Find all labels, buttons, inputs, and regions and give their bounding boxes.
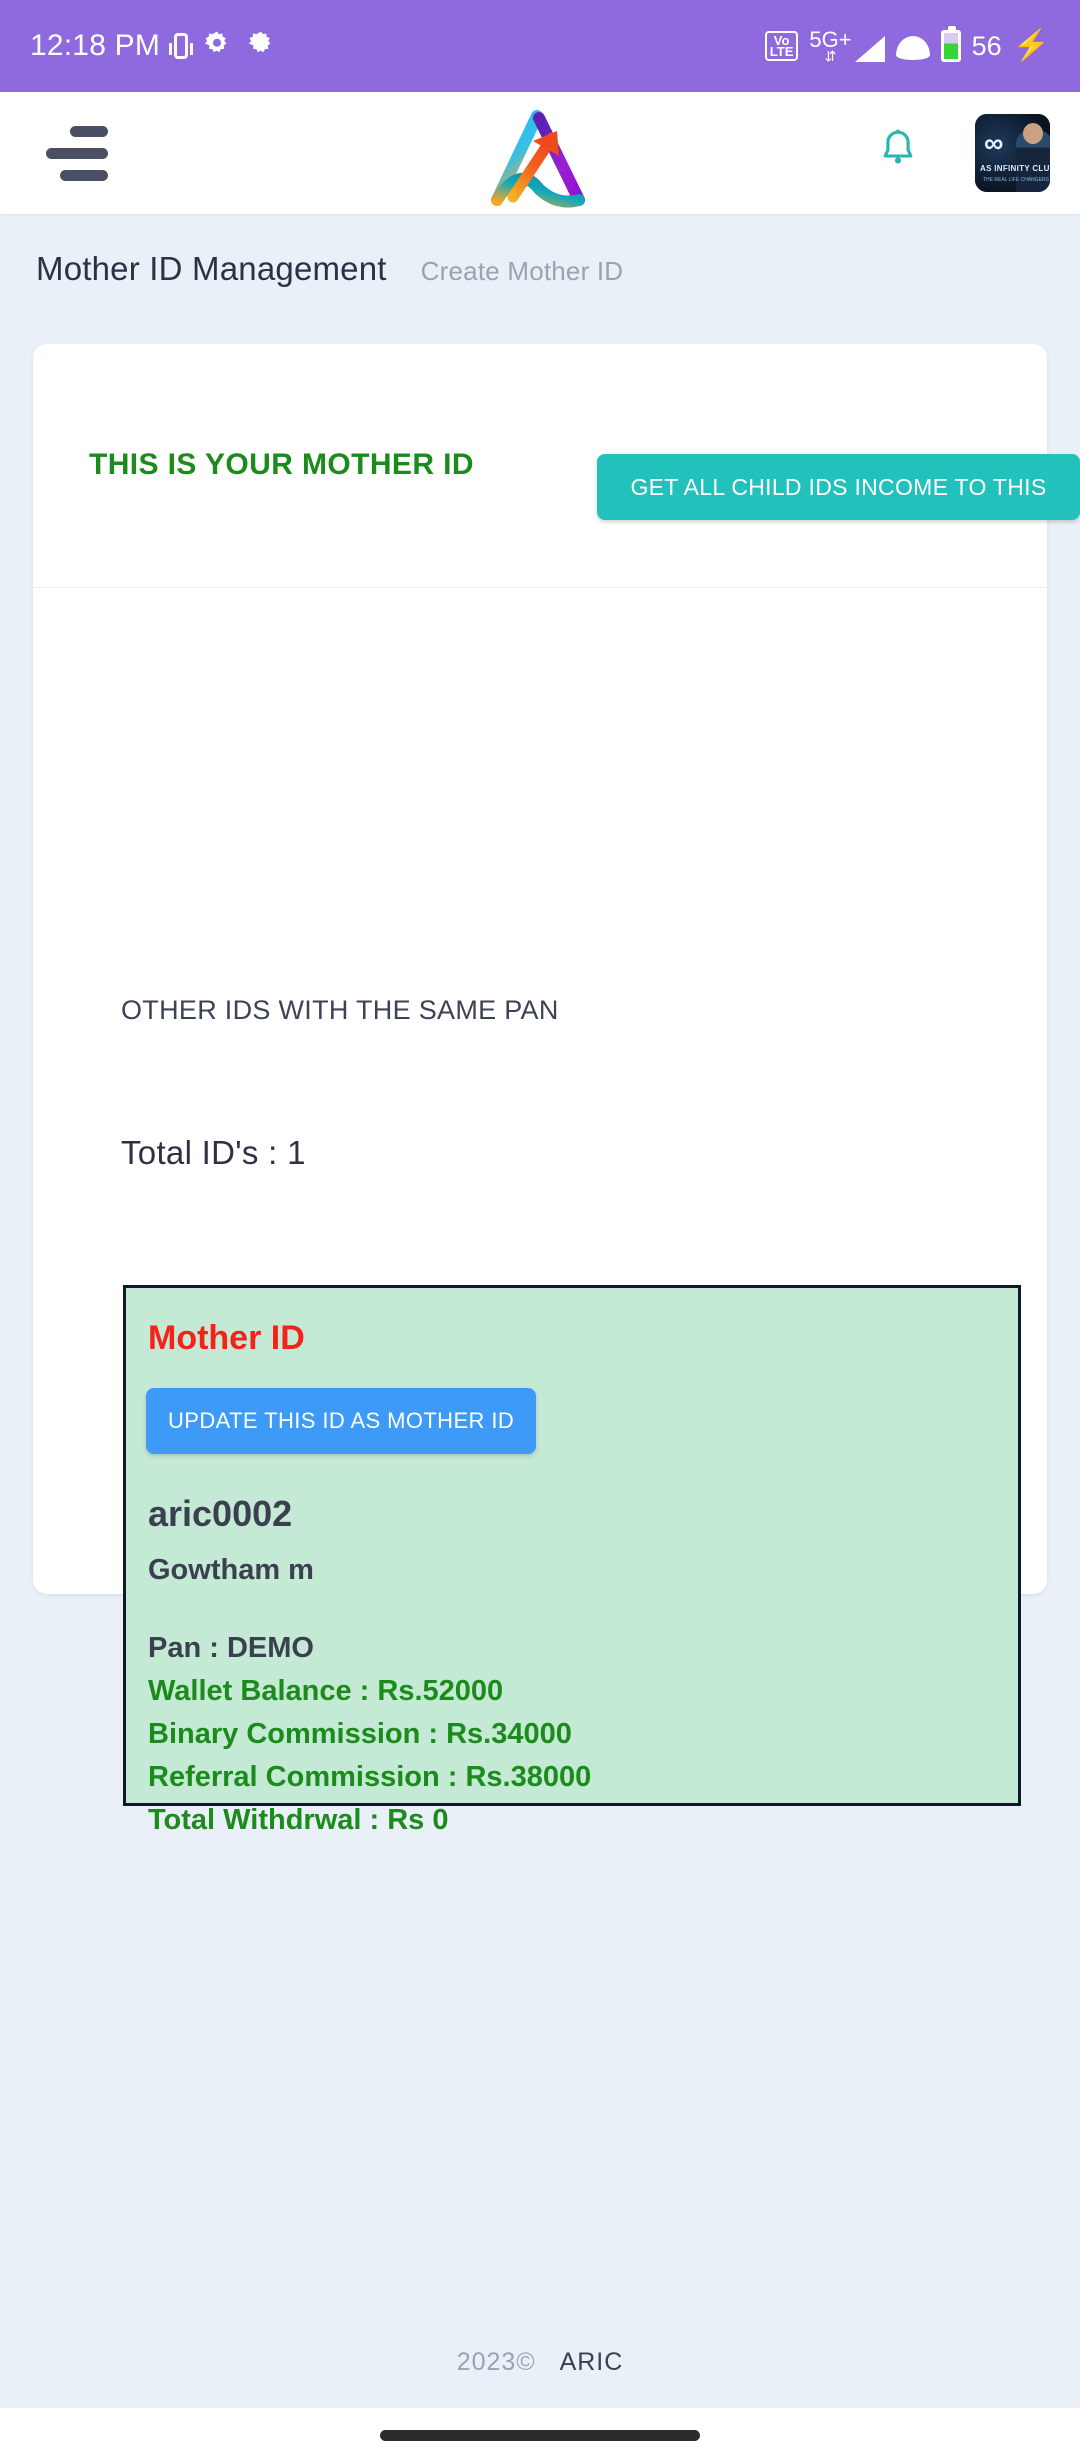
wallet-balance: Wallet Balance : Rs.52000 — [148, 1675, 504, 1707]
user-avatar[interactable]: ∞ AS INFINITY CLUB THE REAL LIFE CHANGER… — [975, 114, 1050, 192]
mother-id-heading: THIS IS YOUR MOTHER ID — [89, 448, 474, 481]
footer-text: 2023© ARIC — [0, 2348, 1080, 2377]
hamburger-menu-icon[interactable] — [32, 120, 124, 186]
gesture-bar[interactable] — [380, 2430, 700, 2441]
get-child-ids-income-button[interactable]: GET ALL CHILD IDS INCOME TO THIS ID — [597, 454, 1080, 566]
total-withdrawal: Total Withdrwal : Rs 0 — [148, 1804, 449, 1836]
user-name: Gowtham m — [148, 1554, 314, 1586]
avatar-title: AS INFINITY CLUB — [980, 164, 1050, 173]
aric-logo[interactable] — [475, 104, 605, 209]
update-mother-id-button[interactable]: UPDATE THIS ID AS MOTHER ID — [146, 1388, 537, 1454]
vibrate-icon — [169, 33, 194, 59]
other-ids-label: OTHER IDS WITH THE SAME PAN — [121, 995, 559, 1025]
breadcrumb-create-mother-id[interactable]: Create Mother ID — [421, 256, 624, 287]
page-title: Mother ID Management — [36, 250, 387, 287]
status-time: 12:18 PM — [30, 29, 161, 62]
wifi-icon — [895, 36, 930, 60]
charging-bolt-icon: ⚡ — [1012, 29, 1050, 62]
status-bar: 12:18 PM Vo LTE 5G+ ⇵ 56 ⚡ — [0, 0, 1080, 92]
signal-icon — [854, 36, 885, 62]
settings-gear-icon — [202, 29, 232, 64]
hamburger-line — [46, 147, 108, 159]
volte-icon: Vo LTE — [764, 31, 799, 61]
network-indicator: 5G+ ⇵ — [809, 27, 885, 64]
battery-icon — [940, 26, 961, 62]
total-ids-label: Total ID's : 1 — [121, 1134, 306, 1171]
battery-level: 56 — [971, 30, 1002, 61]
status-bar-left: 12:18 PM — [30, 29, 276, 64]
avatar-subtitle: THE REAL LIFE CHANGERS — [983, 177, 1049, 183]
hamburger-line — [60, 169, 108, 181]
phone-screen: 12:18 PM Vo LTE 5G+ ⇵ 56 ⚡ ∞ AS INFINITY… — [0, 0, 1080, 2460]
notification-bell-icon[interactable] — [876, 127, 920, 180]
referral-commission: Referral Commission : Rs.38000 — [148, 1761, 592, 1793]
mother-id-badge: Mother ID — [148, 1319, 305, 1357]
app-bar: ∞ AS INFINITY CLUB THE REAL LIFE CHANGER… — [0, 92, 1080, 214]
main-card: THIS IS YOUR MOTHER ID OTHER IDS WITH TH… — [33, 344, 1047, 1836]
footer-year: 2023© — [456, 2348, 536, 2376]
avatar-image: ∞ AS INFINITY CLUB THE REAL LIFE CHANGER… — [975, 114, 1050, 192]
user-id: aric0002 — [148, 1493, 293, 1534]
footer-brand: ARIC — [559, 2348, 624, 2376]
network-type-label: 5G+ — [809, 27, 852, 52]
mother-id-card: Mother ID UPDATE THIS ID AS MOTHER ID ar… — [123, 1285, 1021, 1836]
breadcrumb: Mother ID Management Create Mother ID — [36, 250, 623, 288]
data-arrows-icon: ⇵ — [824, 48, 837, 64]
settings-gear-icon — [246, 29, 276, 64]
pan-value: Pan : DEMO — [148, 1632, 314, 1664]
infinity-icon: ∞ — [984, 128, 1003, 158]
hamburger-line — [70, 125, 108, 137]
status-bar-right: Vo LTE 5G+ ⇵ 56 ⚡ — [764, 26, 1050, 64]
avatar-head — [1023, 123, 1043, 144]
binary-commission: Binary Commission : Rs.34000 — [148, 1718, 572, 1750]
